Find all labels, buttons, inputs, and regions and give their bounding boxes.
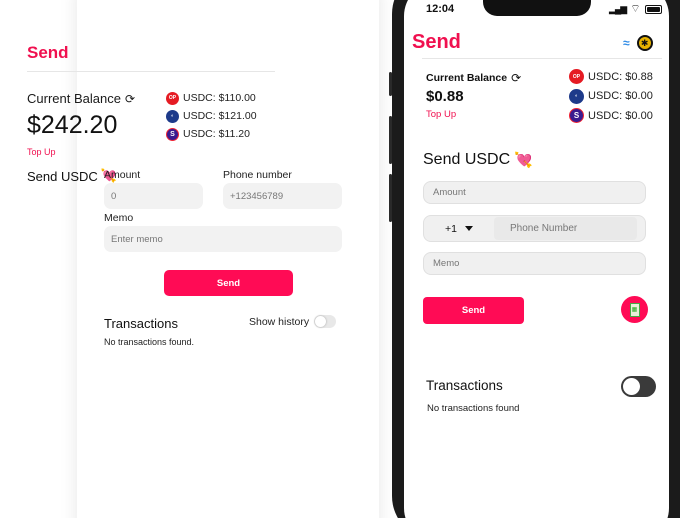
mobile-token-item: OP USDC: $0.88: [569, 67, 653, 87]
battery-icon: [644, 4, 662, 14]
caret-down-icon: [464, 226, 473, 231]
status-icons: ▂▄▆ ⌔: [609, 2, 662, 16]
web-send-button[interactable]: Send: [164, 270, 293, 296]
web-memo-input[interactable]: Enter memo: [104, 226, 342, 252]
mobile-transactions-title: Transactions: [426, 378, 503, 393]
mobile-token-item: S USDC: $0.00: [569, 106, 653, 126]
mobile-memo-input[interactable]: Memo: [423, 252, 646, 275]
web-token-item: ◐ USDC: $121.00: [166, 107, 257, 125]
mobile-send-heading: Send USDC 💘: [423, 151, 533, 169]
web-show-history-label: Show history: [249, 315, 310, 328]
mobile-memo-placeholder: Memo: [433, 258, 460, 269]
country-code-select[interactable]: +1: [424, 223, 494, 235]
mobile-token-text: USDC: $0.00: [588, 109, 653, 122]
signal-icon: ▂▄▆: [609, 3, 627, 14]
phone-notch: [483, 0, 591, 16]
mobile-token-list: OP USDC: $0.88 ◐ USDC: $0.00 S USDC: $0.…: [569, 67, 653, 126]
red-circle-icon: OP: [166, 91, 179, 105]
web-balance-label: Current Balance ⟳: [27, 91, 135, 106]
web-memo-label: Memo: [104, 212, 134, 224]
mobile-token-item: ◐ USDC: $0.00: [569, 87, 653, 107]
mobile-phone-input[interactable]: Phone Number: [494, 217, 637, 240]
mobile-history-toggle[interactable]: [621, 376, 656, 397]
web-balance-label-text: Current Balance: [27, 91, 121, 106]
web-amount-label: Amount: [104, 169, 141, 181]
mobile-balance-label-text: Current Balance: [426, 72, 508, 84]
qr-scan-button[interactable]: ▦: [621, 296, 648, 323]
mobile-phone-placeholder: Phone Number: [510, 223, 578, 234]
web-memo-placeholder: Enter memo: [111, 233, 163, 245]
mobile-send-heading-text: Send USDC: [423, 151, 511, 168]
mobile-send-button[interactable]: Send: [423, 297, 524, 324]
web-token-text: USDC: $121.00: [183, 110, 257, 122]
red-circle-icon: OP: [569, 69, 584, 85]
web-show-history-toggle[interactable]: [314, 315, 337, 328]
purple-s-icon: S: [569, 108, 584, 124]
web-divider: [27, 71, 275, 72]
web-token-text: USDC: $11.20: [183, 128, 250, 140]
web-send-heading-text: Send USDC: [27, 168, 98, 184]
web-top-up-link[interactable]: Top Up: [27, 147, 56, 157]
mobile-balance-label: Current Balance ⟳: [426, 71, 521, 85]
web-balance-value: $242.20: [27, 111, 118, 139]
status-time: 12:04: [426, 3, 455, 15]
mobile-phone-row: +1 Phone Number: [423, 215, 646, 242]
web-phone-placeholder: +123456789: [230, 190, 284, 202]
mobile-balance-value: $0.88: [426, 88, 464, 105]
mobile-no-transactions: No transactions found: [427, 403, 520, 414]
mobile-top-up-link[interactable]: Top Up: [426, 109, 456, 120]
mobile-divider: [422, 58, 662, 59]
mobile-header-icons: ≈ ✱: [623, 35, 653, 51]
web-token-list: OP USDC: $110.00 ◐ USDC: $121.00 S USDC:…: [166, 89, 257, 143]
phone-scan-icon: ▦: [629, 302, 640, 317]
country-code-value: +1: [445, 222, 457, 235]
mobile-amount-placeholder: Amount: [433, 187, 466, 198]
web-transactions-title: Transactions: [104, 316, 178, 331]
web-no-transactions: No transactions found.: [104, 337, 195, 347]
refresh-icon[interactable]: ⟳: [511, 71, 521, 85]
heart-arrow-icon: 💘: [514, 152, 533, 169]
mobile-token-text: USDC: $0.00: [588, 90, 653, 103]
phone-side-button: [389, 72, 392, 96]
phone-side-button: [389, 116, 392, 164]
purple-s-icon: S: [166, 127, 179, 141]
gear-icon[interactable]: ✱: [636, 35, 653, 51]
mobile-token-text: USDC: $0.88: [588, 70, 653, 83]
web-amount-value: 0: [111, 190, 117, 202]
web-token-item: S USDC: $11.20: [166, 125, 257, 143]
mobile-page-title: Send: [412, 31, 461, 53]
blue-swirl-icon: ◐: [166, 109, 179, 123]
mobile-amount-input[interactable]: Amount: [423, 181, 646, 204]
web-phone-input[interactable]: +123456789: [223, 183, 342, 209]
web-token-item: OP USDC: $110.00: [166, 89, 257, 107]
refresh-icon[interactable]: ⟳: [125, 92, 135, 106]
wifi-icon: ⌔: [630, 3, 641, 15]
web-token-text: USDC: $110.00: [183, 92, 256, 104]
wallet-connect-icon[interactable]: ≈: [623, 36, 630, 50]
web-page-title: Send: [27, 43, 69, 62]
phone-side-button: [389, 174, 392, 222]
web-show-history: Show history: [249, 315, 337, 328]
blue-swirl-icon: ◐: [569, 88, 584, 104]
web-phone-label: Phone number: [223, 169, 292, 181]
web-amount-input[interactable]: 0: [104, 183, 203, 209]
web-app-card: [77, 0, 379, 518]
